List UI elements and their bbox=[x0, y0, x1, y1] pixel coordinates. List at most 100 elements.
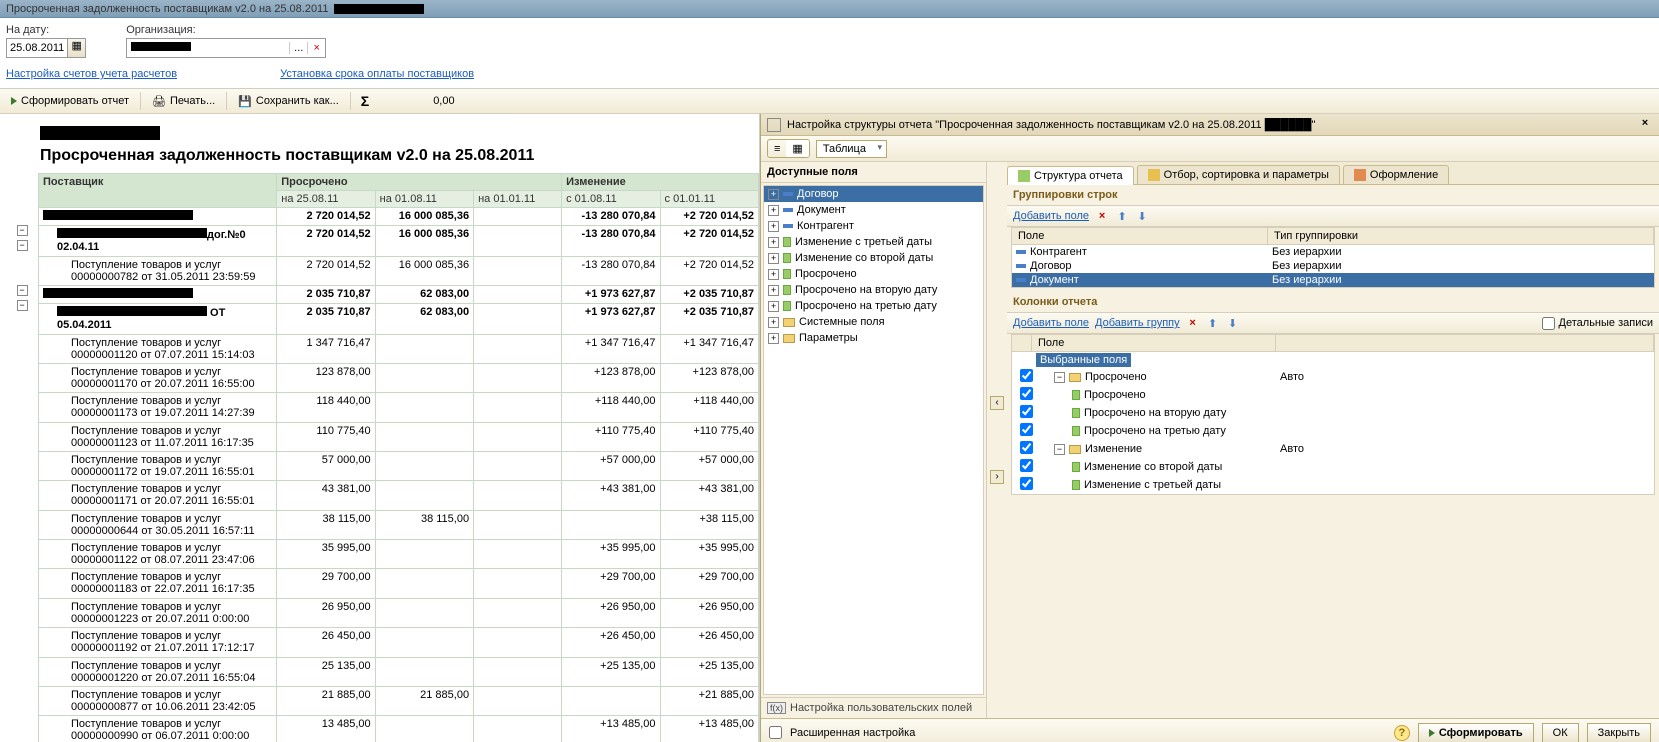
available-field-item[interactable]: +Просрочено на вторую дату bbox=[764, 282, 983, 298]
down-arrow-icon[interactable]: ⬇ bbox=[1135, 209, 1149, 223]
delete-icon[interactable]: × bbox=[1095, 209, 1109, 223]
column-item[interactable]: Просрочено bbox=[1012, 386, 1654, 404]
ok-button[interactable]: ОК bbox=[1542, 723, 1579, 742]
lookup-icon[interactable]: ... bbox=[289, 42, 307, 54]
table-row[interactable]: ОТ 05.04.20112 035 710,8762 083,00+1 973… bbox=[39, 304, 759, 334]
collapse-icon[interactable]: − bbox=[17, 285, 28, 296]
table-row[interactable]: Поступление товаров и услуг 00000001171 … bbox=[39, 481, 759, 510]
add-field-link[interactable]: Добавить поле bbox=[1013, 210, 1089, 222]
table-row[interactable]: Поступление товаров и услуг 00000000877 … bbox=[39, 686, 759, 715]
expand-icon[interactable]: + bbox=[768, 237, 779, 248]
up-arrow-icon[interactable]: ⬆ bbox=[1115, 209, 1129, 223]
collapse-icon[interactable]: − bbox=[17, 300, 28, 311]
expand-icon[interactable]: + bbox=[768, 205, 779, 216]
expand-icon[interactable]: + bbox=[768, 269, 779, 280]
table-row[interactable]: дог.№0 02.04.112 720 014,5216 000 085,36… bbox=[39, 226, 759, 256]
expand-icon[interactable]: + bbox=[768, 333, 779, 344]
tab-filter[interactable]: Отбор, сортировка и параметры bbox=[1137, 165, 1340, 184]
delete-icon-2[interactable]: × bbox=[1186, 316, 1200, 330]
column-checkbox[interactable] bbox=[1020, 441, 1033, 454]
move-left-button[interactable]: ‹ bbox=[990, 396, 1004, 410]
move-right-button[interactable]: › bbox=[990, 470, 1004, 484]
table-row[interactable]: Поступление товаров и услуг 00000001220 … bbox=[39, 657, 759, 686]
table-row[interactable]: Поступление товаров и услуг 00000000644 … bbox=[39, 510, 759, 539]
row-groups-grid[interactable]: ПолеТип группировки КонтрагентБез иерарх… bbox=[1011, 227, 1655, 288]
table-row[interactable]: Поступление товаров и услуг 00000000990 … bbox=[39, 716, 759, 742]
calendar-icon[interactable]: ▦ bbox=[67, 39, 85, 57]
detail-checkbox[interactable] bbox=[1542, 317, 1555, 330]
table-row[interactable]: Поступление товаров и услуг 00000001170 … bbox=[39, 363, 759, 392]
column-item[interactable]: Изменение с третьей даты bbox=[1012, 476, 1654, 494]
add-field-link-2[interactable]: Добавить поле bbox=[1013, 317, 1089, 329]
accounts-link[interactable]: Настройка счетов учета расчетов bbox=[6, 68, 177, 80]
terms-link[interactable]: Установка срока оплаты поставщиков bbox=[280, 68, 474, 80]
row-group-item[interactable]: ДокументБез иерархии bbox=[1012, 273, 1654, 287]
table-row[interactable]: Поступление товаров и услуг 00000001120 … bbox=[39, 334, 759, 363]
custom-fields-link[interactable]: Настройка пользовательских полей bbox=[790, 702, 972, 714]
collapse-icon[interactable]: − bbox=[17, 240, 28, 251]
expand-icon[interactable]: + bbox=[768, 301, 779, 312]
org-input[interactable]: ... × bbox=[126, 38, 326, 58]
close-panel-button[interactable]: Закрыть bbox=[1587, 723, 1651, 742]
available-field-item[interactable]: +Изменение с третьей даты bbox=[764, 234, 983, 250]
tab-design[interactable]: Оформление bbox=[1343, 165, 1449, 184]
row-group-item[interactable]: ДоговорБез иерархии bbox=[1012, 259, 1654, 273]
mode-table-icon[interactable]: ▦ bbox=[786, 140, 808, 157]
column-item[interactable]: −ПросроченоАвто bbox=[1012, 368, 1654, 386]
available-field-item[interactable]: +Параметры bbox=[764, 330, 983, 346]
available-field-item[interactable]: +Документ bbox=[764, 202, 983, 218]
tab-structure[interactable]: Структура отчета bbox=[1007, 166, 1134, 185]
columns-grid[interactable]: Поле Выбранные поля −ПросроченоАвтоПроср… bbox=[1011, 334, 1655, 495]
table-row[interactable]: Поступление товаров и услуг 00000001172 … bbox=[39, 451, 759, 480]
column-item[interactable]: Изменение со второй даты bbox=[1012, 458, 1654, 476]
mode-dropdown[interactable]: Таблица bbox=[816, 140, 887, 158]
table-row[interactable]: Поступление товаров и услуг 00000001223 … bbox=[39, 598, 759, 627]
row-group-item[interactable]: КонтрагентБез иерархии bbox=[1012, 245, 1654, 259]
column-checkbox[interactable] bbox=[1020, 459, 1033, 472]
table-row[interactable]: Поступление товаров и услуг 00000001122 … bbox=[39, 540, 759, 569]
column-item[interactable]: Просрочено на третью дату bbox=[1012, 422, 1654, 440]
close-button[interactable]: × bbox=[1637, 117, 1653, 133]
column-checkbox[interactable] bbox=[1020, 387, 1033, 400]
add-group-link[interactable]: Добавить группу bbox=[1095, 317, 1180, 329]
column-item[interactable]: −ИзменениеАвто bbox=[1012, 440, 1654, 458]
expand-icon[interactable]: + bbox=[768, 189, 779, 200]
date-input[interactable]: 25.08.2011 ▦ bbox=[6, 38, 86, 58]
expand-icon[interactable]: + bbox=[768, 253, 779, 264]
column-checkbox[interactable] bbox=[1020, 369, 1033, 382]
available-field-item[interactable]: +Системные поля bbox=[764, 314, 983, 330]
mode-list-icon[interactable]: ≡ bbox=[768, 140, 786, 157]
help-icon[interactable]: ? bbox=[1394, 725, 1410, 741]
mode-toggle[interactable]: ≡ ▦ bbox=[767, 139, 810, 158]
ext-setup-checkbox[interactable] bbox=[769, 726, 782, 739]
column-checkbox[interactable] bbox=[1020, 405, 1033, 418]
clear-icon[interactable]: × bbox=[307, 42, 325, 54]
available-field-item[interactable]: +Просрочено bbox=[764, 266, 983, 282]
column-checkbox[interactable] bbox=[1020, 477, 1033, 490]
table-row[interactable]: 2 035 710,8762 083,00+1 973 627,87+2 035… bbox=[39, 285, 759, 303]
folder-icon bbox=[783, 334, 795, 343]
available-field-item[interactable]: +Просрочено на третью дату bbox=[764, 298, 983, 314]
expand-icon[interactable]: + bbox=[768, 285, 779, 296]
table-row[interactable]: Поступление товаров и услуг 00000000782 … bbox=[39, 256, 759, 285]
table-row[interactable]: Поступление товаров и услуг 00000001173 … bbox=[39, 393, 759, 422]
available-field-item[interactable]: +Договор bbox=[764, 186, 983, 202]
print-button[interactable]: 🖨Печать... bbox=[145, 90, 222, 112]
column-checkbox[interactable] bbox=[1020, 423, 1033, 436]
available-field-item[interactable]: +Изменение со второй даты bbox=[764, 250, 983, 266]
table-row[interactable]: Поступление товаров и услуг 00000001183 … bbox=[39, 569, 759, 598]
table-row[interactable]: 2 720 014,5216 000 085,36-13 280 070,84+… bbox=[39, 208, 759, 226]
save-as-button[interactable]: 💾Сохранить как... bbox=[231, 90, 346, 112]
down-arrow-icon-2[interactable]: ⬇ bbox=[1226, 316, 1240, 330]
collapse-icon[interactable]: − bbox=[17, 225, 28, 236]
table-row[interactable]: Поступление товаров и услуг 00000001123 … bbox=[39, 422, 759, 451]
available-field-item[interactable]: +Контрагент bbox=[764, 218, 983, 234]
expand-icon[interactable]: + bbox=[768, 221, 779, 232]
expand-icon[interactable]: + bbox=[768, 317, 779, 328]
generate-button[interactable]: Сформировать bbox=[1418, 723, 1534, 742]
up-arrow-icon-2[interactable]: ⬆ bbox=[1206, 316, 1220, 330]
table-row[interactable]: Поступление товаров и услуг 00000001192 … bbox=[39, 628, 759, 657]
column-item[interactable]: Просрочено на вторую дату bbox=[1012, 404, 1654, 422]
generate-report-button[interactable]: Сформировать отчет bbox=[4, 90, 136, 112]
report-table[interactable]: Поставщик Просрочено Изменение на 25.08.… bbox=[38, 173, 759, 742]
